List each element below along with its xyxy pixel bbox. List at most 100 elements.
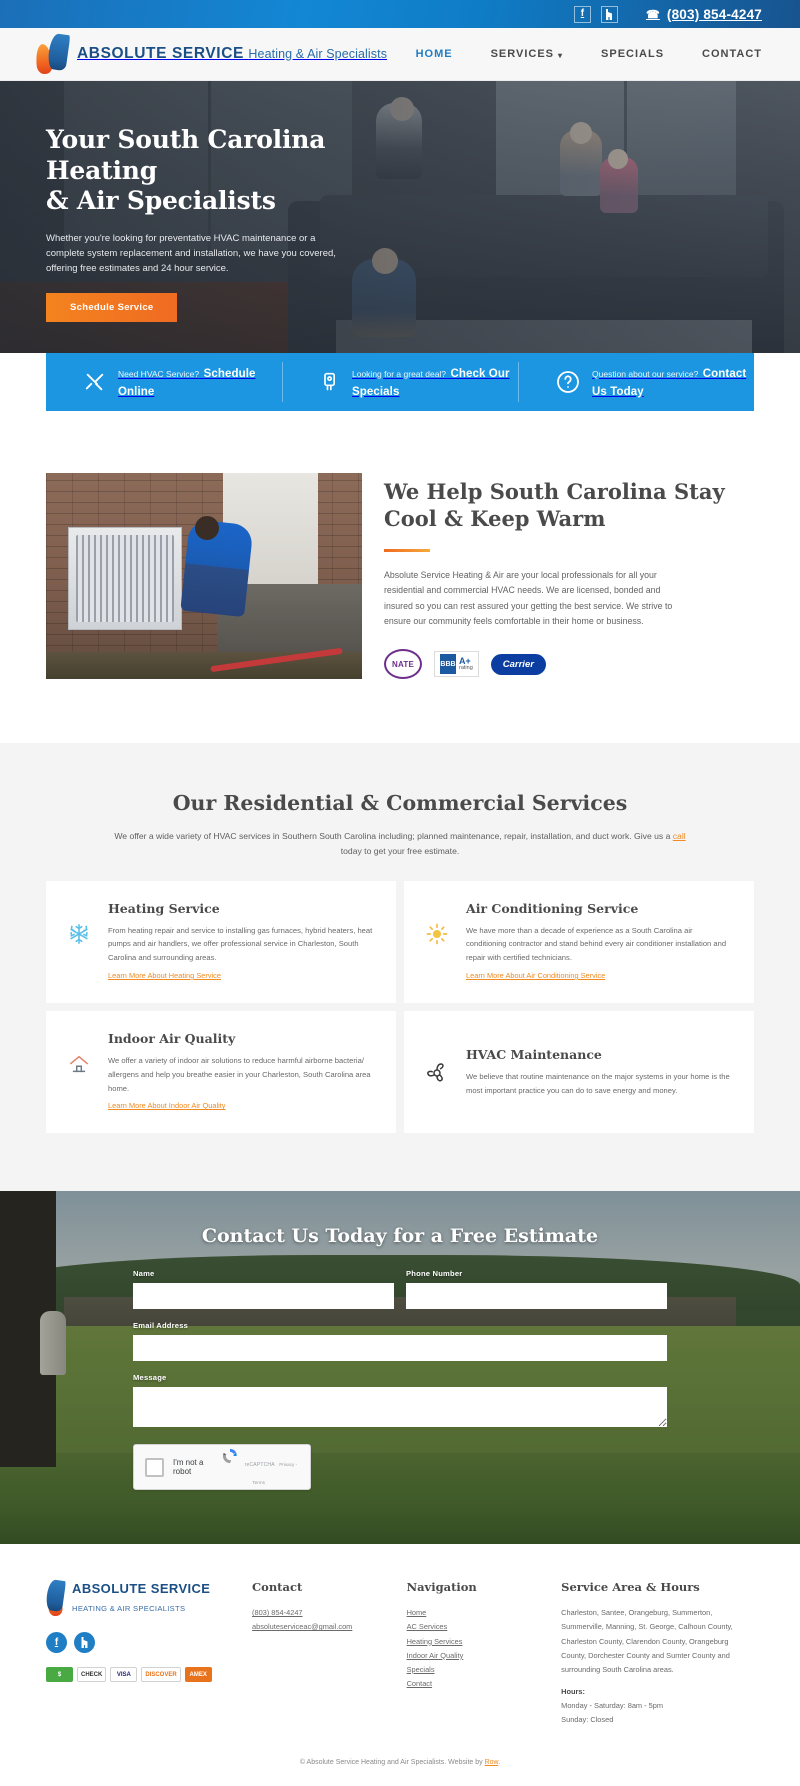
hours-label-text: Hours:: [561, 1686, 585, 1696]
service-card-air-conditioning[interactable]: Air Conditioning Service We have more th…: [404, 880, 754, 1003]
houzz-icon[interactable]: [600, 5, 618, 23]
hero-heading: Your South Carolina Heating & Air Specia…: [46, 125, 420, 217]
cta-subtitle: Question about our service?: [592, 369, 699, 379]
bbb-rating-label: rating: [459, 665, 473, 672]
footer-hours-weekdays: Monday - Saturday: 8am - 5pm: [561, 1700, 664, 1710]
recaptcha-widget[interactable]: I'm not a robot reCAPTCHA Privacy - Term…: [133, 1444, 311, 1491]
name-input[interactable]: [133, 1283, 394, 1310]
nav-item-contact[interactable]: CONTACT: [702, 48, 762, 60]
footer-link-contact[interactable]: Contact: [407, 1677, 536, 1691]
nav-item-specials[interactable]: SPECIALS: [601, 48, 664, 60]
service-learn-more-link[interactable]: Learn More About Air Conditioning Servic…: [466, 971, 605, 980]
payment-methods: $ CHECK VISA DISCOVER AMEX: [46, 1667, 226, 1683]
page-root: f ☎ (803) 854-4247 ABSOLUTE SERVICE Heat…: [0, 0, 800, 1786]
hero-heading-line2: & Air Specialists: [46, 186, 276, 215]
footer-contact-column: Contact (803) 854-4247 absoluteserviceac…: [252, 1580, 381, 1727]
footer-service-area-column: Service Area & Hours Charleston, Santee,…: [561, 1580, 754, 1727]
about-heading-line1: We Help South Carolina Stay: [384, 479, 725, 504]
call-link[interactable]: call: [673, 831, 686, 841]
payment-visa: VISA: [110, 1667, 138, 1683]
footer-link-home[interactable]: Home: [407, 1606, 536, 1620]
footer-hours-label: Hours:: [561, 1685, 754, 1699]
hand-tag-icon: [320, 371, 340, 393]
payment-cash: $: [46, 1667, 73, 1683]
services-heading: Our Residential & Commercial Services: [172, 791, 628, 816]
bbb-grade: A+ rating: [459, 657, 473, 672]
footer-link-specials[interactable]: Specials: [407, 1663, 536, 1677]
phone-icon: ☎: [645, 8, 660, 21]
chevron-down-icon: ▾: [558, 50, 564, 60]
site-footer: ABSOLUTE SERVICE HEATING & AIR SPECIALIS…: [0, 1544, 800, 1741]
footer-link-heating-services[interactable]: Heating Services: [407, 1635, 536, 1649]
footer-phone-link[interactable]: (803) 854-4247: [252, 1606, 381, 1620]
quick-action-band: Need HVAC Service? Schedule Online Looki…: [46, 353, 754, 411]
topbar-phone-link[interactable]: ☎ (803) 854-4247: [646, 7, 762, 22]
footer-link-ac-services[interactable]: AC Services: [407, 1620, 536, 1634]
about-heading-line2: Cool & Keep Warm: [384, 505, 606, 531]
cta-schedule-online[interactable]: Need HVAC Service? Schedule Online: [46, 353, 282, 411]
footer-brand-name: ABSOLUTE SERVICE: [72, 1581, 211, 1597]
service-card-hvac-maintenance[interactable]: HVAC Maintenance We believe that routine…: [404, 1010, 754, 1134]
main-navigation: HOME SERVICES ▾ SPECIALS CONTACT: [416, 48, 762, 60]
about-section: We Help South Carolina Stay Cool & Keep …: [0, 411, 800, 743]
email-input[interactable]: [133, 1335, 667, 1362]
facebook-icon[interactable]: f: [573, 5, 591, 23]
service-learn-more-link[interactable]: Learn More About Heating Service: [108, 971, 221, 980]
footer-service-area-heading: Service Area & Hours: [561, 1580, 700, 1595]
cta-subtitle: Need HVAC Service?: [118, 369, 200, 379]
snowflake-icon: [64, 901, 94, 945]
facebook-icon[interactable]: f: [46, 1632, 67, 1654]
payment-amex: AMEX: [184, 1667, 212, 1683]
service-body: We have more than a decade of experience…: [466, 925, 727, 963]
hero-heading-line1: Your South Carolina Heating: [46, 125, 326, 185]
question-mark-circle-icon: [556, 370, 580, 394]
service-body: We offer a variety of indoor air solutio…: [108, 1055, 371, 1093]
footer-email-link[interactable]: absoluteserviceac@gmail.com: [252, 1620, 381, 1634]
houzz-icon[interactable]: [74, 1632, 95, 1654]
services-card-grid: Heating Service From heating repair and …: [46, 880, 754, 1134]
service-card-indoor-air-quality[interactable]: Indoor Air Quality We offer a variety of…: [46, 1010, 396, 1134]
service-title: Heating Service: [108, 900, 220, 916]
service-title: Air Conditioning Service: [466, 900, 639, 916]
nav-item-home[interactable]: HOME: [416, 48, 453, 60]
footer-navigation-column: Navigation Home AC Services Heating Serv…: [407, 1580, 536, 1727]
nav-item-services[interactable]: SERVICES ▾: [491, 48, 563, 60]
flame-droplet-logo: [34, 32, 71, 75]
schedule-service-button[interactable]: Schedule Service: [46, 292, 178, 322]
footer-logo[interactable]: ABSOLUTE SERVICE HEATING & AIR SPECIALIS…: [44, 1579, 226, 1618]
topbar-phone-number: (803) 854-4247: [666, 6, 762, 22]
footer-social-links: f: [46, 1632, 226, 1654]
phone-field-label: Phone Number: [406, 1269, 463, 1279]
brand-tagline: Heating & Air Specialists: [248, 47, 388, 61]
services-intro-after: today to get your free estimate.: [340, 845, 460, 856]
contact-heading: Contact Us Today for a Free Estimate: [201, 1225, 599, 1248]
brand-name: ABSOLUTE SERVICE: [77, 45, 244, 62]
copyright-text: © Absolute Service Heating and Air Speci…: [299, 1758, 485, 1766]
message-textarea[interactable]: [133, 1387, 667, 1428]
service-body: From heating repair and service to insta…: [108, 925, 373, 963]
phone-input[interactable]: [406, 1283, 667, 1310]
hero-paragraph: Whether you're looking for preventative …: [46, 232, 336, 275]
service-learn-more-link[interactable]: Learn More About Indoor Air Quality: [108, 1101, 226, 1110]
name-field-label: Name: [133, 1269, 155, 1279]
copyright-suffix: .: [498, 1758, 501, 1766]
sun-icon: [422, 901, 452, 945]
service-body: We believe that routine maintenance on t…: [466, 1071, 730, 1095]
website-credit-link[interactable]: Row: [485, 1759, 499, 1766]
nav-label: CONTACT: [702, 48, 762, 60]
cta-contact-today[interactable]: Question about our service? Contact Us T…: [518, 353, 754, 411]
certification-badges: NATE BBB A+ rating Carrier: [384, 649, 754, 680]
bbb-mark: BBB: [440, 654, 456, 675]
contact-section: Contact Us Today for a Free Estimate Nam…: [0, 1191, 800, 1545]
service-card-heating[interactable]: Heating Service From heating repair and …: [46, 880, 396, 1003]
logo-link[interactable]: ABSOLUTE SERVICE Heating & Air Specialis…: [34, 32, 388, 75]
service-title: HVAC Maintenance: [466, 1046, 602, 1062]
service-title: Indoor Air Quality: [108, 1030, 236, 1046]
recaptcha-checkbox[interactable]: [145, 1457, 164, 1477]
cta-check-specials[interactable]: Looking for a great deal? Check Our Spec…: [282, 353, 518, 411]
footer-link-indoor-air-quality[interactable]: Indoor Air Quality: [407, 1649, 536, 1663]
email-field-label: Email Address: [133, 1321, 189, 1331]
nate-certified-badge: NATE: [384, 649, 422, 680]
nav-label: SERVICES: [490, 48, 554, 60]
about-photo: [46, 473, 362, 679]
